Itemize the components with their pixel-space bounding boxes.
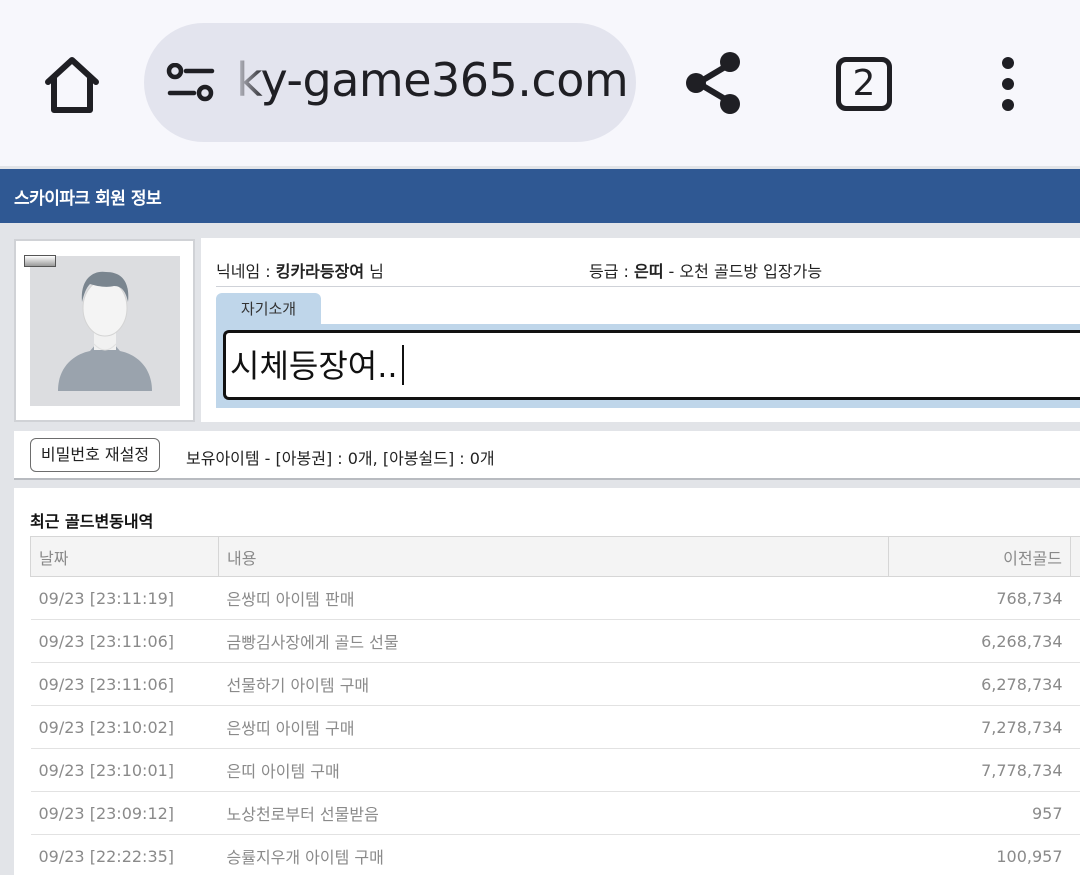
grade-description: - 오천 골드방 입장가능 (663, 262, 823, 281)
table-row: 09/23 [23:10:02] 은쌍띠 아이템 구매 7,278,734 (30, 705, 1080, 749)
grade-label: 등급 : (589, 262, 635, 281)
action-bar: 비밀번호 재설정 보유아이템 - [아봉권] : 0개, [아봉쉴드] : 0개 (14, 431, 1080, 480)
column-header-date: 날짜 (30, 536, 219, 577)
user-silhouette-icon (58, 271, 152, 391)
home-icon[interactable] (40, 54, 104, 116)
self-intro-text: 시체등장여.. (230, 347, 398, 385)
nickname-suffix: 님 (364, 262, 384, 281)
section-title: 최근 골드변동내역 (30, 512, 154, 531)
row-prev-gold: 6,278,734 (888, 662, 1071, 706)
url-fade (230, 43, 266, 123)
row-content: 은쌍띠 아이템 판매 (218, 576, 889, 620)
tab-switcher-icon[interactable]: 2 (836, 57, 892, 111)
row-date: 09/23 [22:22:35] (30, 834, 219, 875)
column-header-extra (1070, 536, 1080, 577)
grade-line: 등급 : 은띠 - 오천 골드방 입장가능 (589, 258, 822, 282)
row-prev-gold: 100,957 (888, 834, 1071, 875)
row-content: 선물하기 아이템 구매 (218, 662, 889, 706)
row-date: 09/23 [23:11:19] (30, 576, 219, 620)
row-prev-gold: 957 (888, 791, 1071, 835)
divider (216, 286, 1080, 287)
owned-items-text: 보유아이템 - [아봉권] : 0개, [아봉쉴드] : 0개 (186, 449, 495, 468)
password-reset-button[interactable]: 비밀번호 재설정 (30, 438, 160, 472)
row-content: 노상천로부터 선물받음 (218, 791, 889, 835)
url-text[interactable]: ky-game365.com (236, 53, 629, 107)
gold-history-table: 날짜 내용 이전골드 09/23 [23:11:19] 은쌍띠 아이템 판매 7… (30, 536, 1080, 875)
row-extra (1070, 748, 1080, 792)
self-intro-area: 시체등장여.. (216, 324, 1080, 408)
grade-value: 은띠 (634, 262, 664, 281)
row-prev-gold: 7,278,734 (888, 705, 1071, 749)
self-intro-input[interactable]: 시체등장여.. (223, 330, 1080, 400)
avatar (14, 239, 195, 422)
table-row: 09/23 [23:09:12] 노상천로부터 선물받음 957 (30, 791, 1080, 835)
table-row: 09/23 [22:22:35] 승률지우개 아이템 구매 100,957 (30, 834, 1080, 875)
row-extra (1070, 619, 1080, 663)
table-row: 09/23 [23:11:19] 은쌍띠 아이템 판매 768,734 (30, 576, 1080, 620)
avatar-image (30, 256, 180, 406)
nickname-value: 킹카라등장여 (275, 262, 365, 281)
row-date: 09/23 [23:11:06] (30, 619, 219, 663)
table-row: 09/23 [23:11:06] 금빵김사장에게 골드 선물 6,268,734 (30, 619, 1080, 663)
grade-badge-icon (24, 255, 56, 267)
row-extra (1070, 791, 1080, 835)
share-icon[interactable] (682, 50, 746, 116)
table-header-row: 날짜 내용 이전골드 (30, 536, 1080, 577)
gold-history-section: 최근 골드변동내역 날짜 내용 이전골드 09/23 [23:11:19] 은쌍… (14, 488, 1080, 875)
row-date: 09/23 [23:10:02] (30, 705, 219, 749)
table-row: 09/23 [23:11:06] 선물하기 아이템 구매 6,278,734 (30, 662, 1080, 706)
table-row: 09/23 [23:10:01] 은띠 아이템 구매 7,778,734 (30, 748, 1080, 792)
row-date: 09/23 [23:11:06] (30, 662, 219, 706)
row-prev-gold: 6,268,734 (888, 619, 1071, 663)
more-vert-icon[interactable] (990, 56, 1026, 112)
nickname-label: 닉네임 : (216, 262, 276, 281)
row-extra (1070, 662, 1080, 706)
page-title: 스카이파크 회원 정보 (14, 189, 162, 209)
address-bar[interactable]: ky-game365.com (144, 23, 636, 142)
text-caret (401, 345, 404, 385)
nickname-line: 닉네임 : 킹카라등장여 님 (216, 258, 384, 282)
browser-toolbar: ky-game365.com 2 (0, 0, 1080, 166)
row-content: 은쌍띠 아이템 구매 (218, 705, 889, 749)
row-content: 은띠 아이템 구매 (218, 748, 889, 792)
column-header-prev-gold: 이전골드 (888, 536, 1071, 577)
row-extra (1070, 576, 1080, 620)
column-header-content: 내용 (218, 536, 889, 577)
site-settings-icon[interactable] (166, 62, 216, 103)
page-header: 스카이파크 회원 정보 (0, 169, 1080, 223)
row-content: 승률지우개 아이템 구매 (218, 834, 889, 875)
row-extra (1070, 705, 1080, 749)
row-extra (1070, 834, 1080, 875)
row-date: 09/23 [23:09:12] (30, 791, 219, 835)
tab-self-intro[interactable]: 자기소개 (216, 293, 321, 325)
row-date: 09/23 [23:10:01] (30, 748, 219, 792)
row-prev-gold: 768,734 (888, 576, 1071, 620)
row-content: 금빵김사장에게 골드 선물 (218, 619, 889, 663)
row-prev-gold: 7,778,734 (888, 748, 1071, 792)
member-info-panel: 닉네임 : 킹카라등장여 님 등급 : 은띠 - 오천 골드방 입장가능 자기소… (201, 238, 1080, 422)
